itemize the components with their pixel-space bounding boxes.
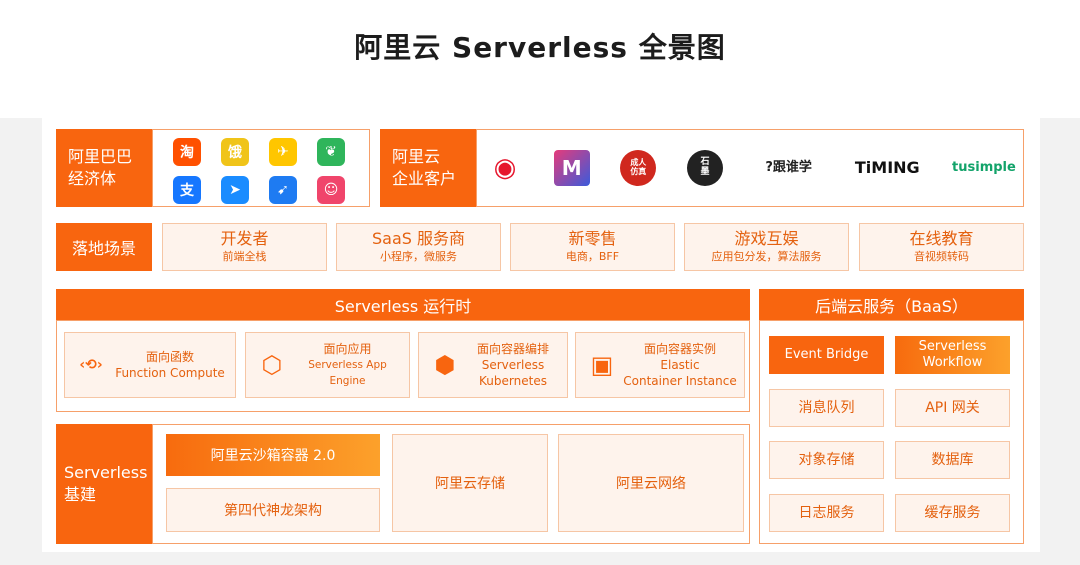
dingtalk-icon: ➤ xyxy=(221,176,249,204)
scenario-card: 在线教育 音视频转码 xyxy=(859,223,1024,271)
scenario-subtitle: 应用包分发，算法服务 xyxy=(711,250,822,263)
scenario-subtitle: 音视频转码 xyxy=(914,250,969,263)
baas-item: API 网关 xyxy=(895,389,1010,427)
scenario-subtitle: 前端全栈 xyxy=(222,250,267,263)
scenario-title: 新零售 xyxy=(568,229,617,248)
runtime-card: ⬡ 面向应用 Serverless App Engine xyxy=(245,332,410,398)
timing-logo: TiMING xyxy=(854,158,920,178)
runtime-card-line3: Container Instance xyxy=(623,374,737,388)
baas-item: 消息队列 xyxy=(769,389,884,427)
function-compute-icon: ‹⟲› xyxy=(79,357,103,373)
m-cube-logo: M xyxy=(553,150,590,186)
diagram-board: 阿里巴巴 经济体 淘饿 ✈ ❦ 支 ➤ ➹ ☺ 阿里云 企业客户 ◉ M 成人 仿真石 墨 ?跟谁… xyxy=(42,114,1040,552)
baas-header: 后端云服务（BaaS） xyxy=(759,289,1024,320)
baas-item: 缓存服务 xyxy=(895,494,1010,532)
baas-item: 日志服务 xyxy=(769,494,884,532)
scenario-title: 游戏互娱 xyxy=(734,229,799,248)
runtime-card: ⬢ 面向容器编排 Serverless Kubernetes xyxy=(418,332,568,398)
runtime-card-text: 面向函数 Function Compute xyxy=(109,349,235,381)
alibaba-apps-grid: 淘饿 ✈ ❦ 支 ➤ ➹ ☺ xyxy=(173,138,353,204)
runtime-card-line2: Elastic xyxy=(660,358,700,372)
baas-item: Serverless Workflow xyxy=(895,336,1010,374)
runtime-header: Serverless 运行时 xyxy=(56,289,750,320)
alipay-icon: 支 xyxy=(173,176,201,204)
alibaba-label-line2: 经济体 xyxy=(68,169,117,188)
scenario-subtitle: 电商，BFF xyxy=(565,250,620,263)
runtime-card-line2: Function Compute xyxy=(115,366,225,380)
runtime-card: ▣ 面向容器实例 Elastic Container Instance xyxy=(575,332,745,398)
network-box: 阿里云网络 xyxy=(558,434,744,532)
scenario-title: 在线教育 xyxy=(909,229,974,248)
eleme-icon: 饿 xyxy=(221,138,249,166)
alibaba-apps-panel: 淘饿 ✈ ❦ 支 ➤ ➹ ☺ xyxy=(152,129,370,207)
genshuixue-logo: ?跟谁学 xyxy=(765,159,812,175)
enterprise-logos-row: ◉ M 成人 仿真石 墨 ?跟谁学 TiMING tusimple xyxy=(487,130,1017,206)
baas-item: 对象存储 xyxy=(769,441,884,479)
shenlong-box: 第四代神龙架构 xyxy=(166,488,380,532)
runtime-card-line3: Kubernetes xyxy=(479,374,547,388)
scenario-card: SaaS 服务商小程序，微服务 xyxy=(336,223,501,271)
kubernetes-icon: ⬢ xyxy=(434,351,456,379)
scenario-title: 开发者 xyxy=(220,229,269,248)
scenario-card: 游戏互娱应用包分发，算法服务 xyxy=(684,223,849,271)
runtime-card-text: 面向容器编排 Serverless Kubernetes xyxy=(463,341,567,389)
page-title: 阿里云 Serverless 全景图 xyxy=(354,31,726,64)
weibo-logo: ◉ xyxy=(493,152,517,183)
scenarios-label: 落地场景 xyxy=(56,223,152,271)
alibaba-economy-label: 阿里巴巴 经济体 xyxy=(56,129,152,207)
infra-label-line2: 基建 xyxy=(64,485,97,504)
pink-app-icon: ☺ xyxy=(317,176,345,204)
shimo-logo: 石 墨 xyxy=(686,150,723,186)
alibaba-label-line1: 阿里巴巴 xyxy=(68,147,133,166)
runtime-card-line1: 面向应用 xyxy=(323,342,372,356)
infra-label: Serverless 基建 xyxy=(56,424,152,544)
sandbox-container-box: 阿里云沙箱容器 2.0 xyxy=(166,434,380,476)
container-instance-icon: ▣ xyxy=(590,351,614,379)
enterprise-label-line2: 企业客户 xyxy=(392,169,457,188)
taobao-icon: 淘 xyxy=(173,138,201,166)
runtime-card-line1: 面向函数 xyxy=(145,350,194,364)
runtime-card-text: 面向应用 Serverless App Engine xyxy=(290,341,409,389)
storage-box: 阿里云存储 xyxy=(392,434,548,532)
baas-item: 数据库 xyxy=(895,441,1010,479)
app-engine-icon: ⬡ xyxy=(261,351,283,379)
scenario-card: 开发者 前端全栈 xyxy=(162,223,327,271)
fliggy-icon: ✈ xyxy=(269,138,297,166)
scenario-subtitle: 小程序，微服务 xyxy=(380,250,457,263)
enterprise-logos-panel: ◉ M 成人 仿真石 墨 ?跟谁学 TiMING tusimple xyxy=(476,129,1024,207)
runtime-card-line2: Serverless xyxy=(481,358,545,372)
leaf-app-icon: ❦ xyxy=(317,138,345,166)
enterprise-label: 阿里云 企业客户 xyxy=(380,129,476,207)
send-app-icon: ➹ xyxy=(269,176,297,204)
runtime-card-line2: Serverless App Engine xyxy=(308,359,387,387)
baas-item: Event Bridge xyxy=(769,336,884,374)
infra-label-line1: Serverless xyxy=(64,463,148,482)
runtime-card-text: 面向容器实例 Elastic Container Instance xyxy=(620,341,744,389)
chengren-logo: 成人 仿真 xyxy=(620,150,657,186)
tusimple-logo: tusimple xyxy=(952,159,1016,175)
runtime-card: ‹⟲› 面向函数 Function Compute xyxy=(64,332,236,398)
runtime-card-line1: 面向容器实例 xyxy=(643,342,716,356)
runtime-card-line1: 面向容器编排 xyxy=(476,342,549,356)
scenario-card: 新零售电商，BFF xyxy=(510,223,675,271)
scenario-title: SaaS 服务商 xyxy=(371,229,465,248)
enterprise-label-line1: 阿里云 xyxy=(392,147,441,166)
